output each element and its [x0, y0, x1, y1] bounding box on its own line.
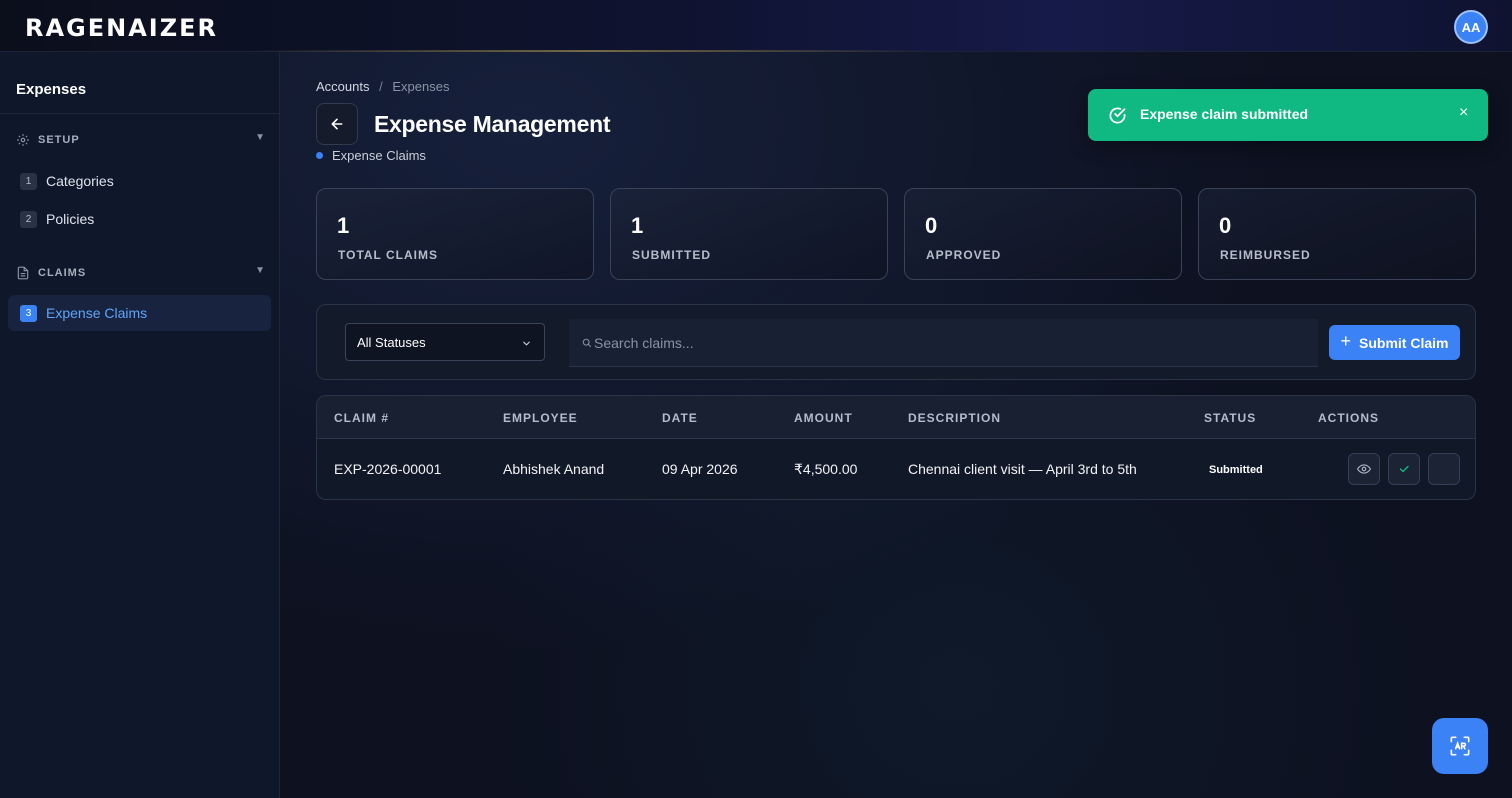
stat-card-reimbursed: 0 REIMBURSED	[1198, 188, 1476, 280]
filter-bar: All Statuses Search claims... + Submit C…	[316, 304, 1476, 380]
stat-label: TOTAL CLAIMS	[338, 248, 438, 262]
status-filter-value: All Statuses	[357, 334, 426, 350]
sidebar-section-label: CLAIMS	[38, 267, 87, 279]
claims-table: CLAIM # EMPLOYEE DATE AMOUNT DESCRIPTION…	[316, 395, 1476, 500]
stat-label: SUBMITTED	[632, 248, 711, 262]
approve-claim-button[interactable]	[1388, 453, 1420, 485]
stat-label: APPROVED	[926, 248, 1002, 262]
column-header-status: STATUS	[1204, 411, 1257, 425]
stat-value: 0	[925, 213, 938, 238]
sidebar-item-number: 2	[20, 210, 37, 228]
sidebar-item-number: 3	[20, 304, 37, 322]
document-icon	[16, 266, 30, 280]
status-badge: Submitted	[1209, 464, 1263, 476]
stat-card-approved: 0 APPROVED	[904, 188, 1182, 280]
sidebar-item-categories[interactable]: 1 Categories	[8, 163, 271, 199]
search-input[interactable]: Search claims...	[569, 319, 1318, 367]
breadcrumb: Accounts / Expenses	[316, 79, 449, 94]
page-subtitle: Expense Claims	[316, 148, 426, 163]
breadcrumb-link-accounts[interactable]: Accounts	[316, 79, 369, 94]
sidebar-section-label: SETUP	[38, 134, 80, 146]
status-filter-select[interactable]: All Statuses	[345, 323, 545, 361]
stat-value: 0	[1219, 213, 1232, 238]
check-circle-icon	[1108, 106, 1127, 130]
cell-claim-number: EXP-2026-00001	[334, 461, 442, 477]
check-icon	[1399, 465, 1409, 473]
back-button[interactable]	[316, 103, 358, 145]
cell-employee: Abhishek Anand	[503, 461, 605, 477]
page-title: Expense Management	[374, 111, 611, 137]
assistant-button[interactable]	[1432, 718, 1488, 774]
sidebar-item-label: Policies	[46, 211, 95, 227]
sidebar-item-label: Categories	[46, 173, 114, 189]
submit-claim-button[interactable]: + Submit Claim	[1329, 325, 1460, 360]
stat-value: 1	[337, 213, 350, 238]
plus-icon: +	[1340, 331, 1352, 351]
sidebar-item-label: Expense Claims	[46, 305, 148, 321]
stat-card-total-claims: 1 TOTAL CLAIMS	[316, 188, 594, 280]
chevron-down-icon: ▼	[255, 265, 266, 276]
stat-label: REIMBURSED	[1220, 248, 1311, 262]
breadcrumb-current: Expenses	[392, 79, 450, 94]
success-toast: Expense claim submitted ×	[1088, 89, 1488, 141]
cell-description: Chennai client visit — April 3rd to 5th	[908, 461, 1137, 477]
toast-message: Expense claim submitted	[1140, 106, 1309, 122]
breadcrumb-separator: /	[379, 79, 383, 94]
sidebar-section-claims[interactable]: CLAIMS ▼	[16, 264, 266, 282]
status-dot	[316, 152, 323, 159]
top-bar	[0, 0, 1512, 52]
search-icon	[582, 338, 592, 348]
sidebar-title: Expenses	[16, 81, 87, 98]
gear-icon	[16, 133, 30, 147]
eye-icon	[1357, 464, 1371, 474]
cell-amount: ₹4,500.00	[794, 461, 858, 477]
column-header-claim: CLAIM #	[334, 411, 389, 425]
column-header-employee: EMPLOYEE	[503, 411, 578, 425]
stat-card-submitted: 1 SUBMITTED	[610, 188, 888, 280]
view-claim-button[interactable]	[1348, 453, 1380, 485]
column-header-amount: AMOUNT	[794, 411, 853, 425]
table-header: CLAIM # EMPLOYEE DATE AMOUNT DESCRIPTION…	[317, 396, 1475, 439]
search-placeholder: Search claims...	[594, 334, 694, 351]
chevron-down-icon: ▼	[255, 132, 266, 143]
sidebar-divider	[0, 113, 279, 114]
submit-claim-label: Submit Claim	[1359, 334, 1449, 351]
column-header-description: DESCRIPTION	[908, 411, 1002, 425]
stat-value: 1	[631, 213, 644, 238]
reject-claim-button[interactable]	[1428, 453, 1460, 485]
column-header-actions: ACTIONS	[1318, 411, 1379, 425]
assistant-icon	[1450, 736, 1470, 756]
arrow-left-icon	[331, 118, 343, 130]
sidebar-item-policies[interactable]: 2 Policies	[8, 201, 271, 237]
sidebar-section-setup[interactable]: SETUP ▼	[16, 131, 266, 149]
subtitle-label: Expense Claims	[332, 148, 426, 163]
close-icon[interactable]: ×	[1459, 104, 1468, 122]
cell-date: 09 Apr 2026	[662, 461, 738, 477]
sidebar: Expenses SETUP ▼ 1 Categories 2 Policies…	[0, 52, 280, 798]
sidebar-item-expense-claims[interactable]: 3 Expense Claims	[8, 295, 271, 331]
app-logo[interactable]: RAGENAIZER	[25, 14, 218, 42]
chevron-down-icon	[521, 337, 532, 352]
sidebar-item-number: 1	[20, 172, 37, 190]
user-avatar[interactable]: AA	[1454, 10, 1488, 44]
column-header-date: DATE	[662, 411, 698, 425]
